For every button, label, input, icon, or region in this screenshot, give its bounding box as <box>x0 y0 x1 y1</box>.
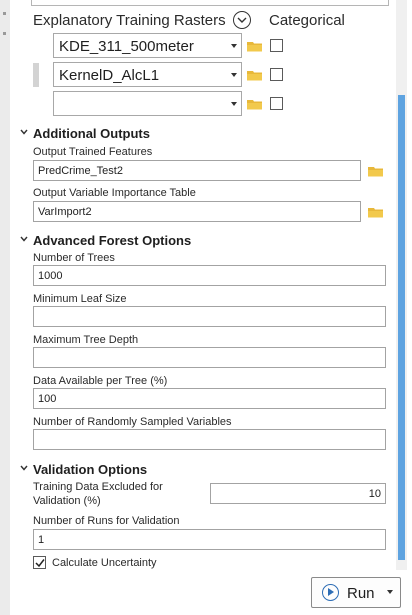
trained-features-label: Output Trained Features <box>33 146 153 158</box>
scrollbar-thumb[interactable] <box>398 95 405 560</box>
excluded-percent-input[interactable]: 10 <box>210 483 386 504</box>
dropdown-arrow-icon <box>231 102 237 106</box>
row-drag-handle[interactable] <box>33 63 39 87</box>
folder-icon[interactable] <box>368 165 384 177</box>
raster-dropdown-1[interactable]: KDE_311_500meter <box>53 33 242 58</box>
num-trees-input[interactable]: 1000 <box>33 265 386 286</box>
categorical-checkbox-1[interactable] <box>270 39 283 52</box>
importance-table-input[interactable]: VarImport2 <box>33 201 361 222</box>
caret-down-icon[interactable] <box>20 465 28 471</box>
raster-value-1: KDE_311_500meter <box>59 38 194 55</box>
folder-icon[interactable] <box>247 40 263 52</box>
run-play-icon <box>322 584 339 601</box>
excluded-label-line1: Training Data Excluded for <box>33 481 163 493</box>
rasters-collapse-icon[interactable] <box>233 11 251 29</box>
validation-options-header[interactable]: Validation Options <box>33 462 147 477</box>
gutter-tick <box>3 12 6 15</box>
sampled-vars-input[interactable] <box>33 429 386 450</box>
folder-icon[interactable] <box>247 98 263 110</box>
checkmark-icon <box>35 559 45 568</box>
importance-table-label: Output Variable Importance Table <box>33 187 196 199</box>
gutter-tick <box>3 32 6 35</box>
max-depth-input[interactable] <box>33 347 386 368</box>
raster-value-2: KernelD_AlcL1 <box>59 67 160 84</box>
dropdown-arrow-icon <box>231 44 237 48</box>
dropdown-arrow-icon <box>231 73 237 77</box>
data-per-tree-label: Data Available per Tree (%) <box>33 375 168 387</box>
runs-input[interactable]: 1 <box>33 529 386 550</box>
rasters-title: Explanatory Training Rasters <box>33 12 226 29</box>
categorical-header: Categorical <box>269 12 345 29</box>
trained-features-input[interactable]: PredCrime_Test2 <box>33 160 361 181</box>
forest-options-header[interactable]: Advanced Forest Options <box>33 233 191 248</box>
num-trees-label: Number of Trees <box>33 252 115 264</box>
categorical-checkbox-3[interactable] <box>270 97 283 110</box>
raster-dropdown-2[interactable]: KernelD_AlcL1 <box>53 62 242 87</box>
sampled-vars-label: Number of Randomly Sampled Variables <box>33 416 232 428</box>
caret-down-icon[interactable] <box>20 236 28 242</box>
raster-dropdown-3[interactable] <box>53 91 242 116</box>
previous-field-edge <box>31 0 389 6</box>
uncertainty-label: Calculate Uncertainty <box>52 557 157 569</box>
left-gutter <box>0 0 10 615</box>
run-options-arrow-icon[interactable] <box>387 590 393 594</box>
folder-icon[interactable] <box>247 69 263 81</box>
categorical-checkbox-2[interactable] <box>270 68 283 81</box>
excluded-label-line2: Validation (%) <box>33 495 101 507</box>
data-per-tree-input[interactable]: 100 <box>33 388 386 409</box>
uncertainty-checkbox[interactable] <box>33 556 46 569</box>
min-leaf-input[interactable] <box>33 306 386 327</box>
run-button[interactable]: Run <box>311 577 401 608</box>
runs-label: Number of Runs for Validation <box>33 515 180 527</box>
folder-icon[interactable] <box>368 206 384 218</box>
additional-outputs-header[interactable]: Additional Outputs <box>33 126 150 141</box>
min-leaf-label: Minimum Leaf Size <box>33 293 127 305</box>
max-depth-label: Maximum Tree Depth <box>33 334 139 346</box>
caret-down-icon[interactable] <box>20 129 28 135</box>
run-label: Run <box>347 585 375 602</box>
